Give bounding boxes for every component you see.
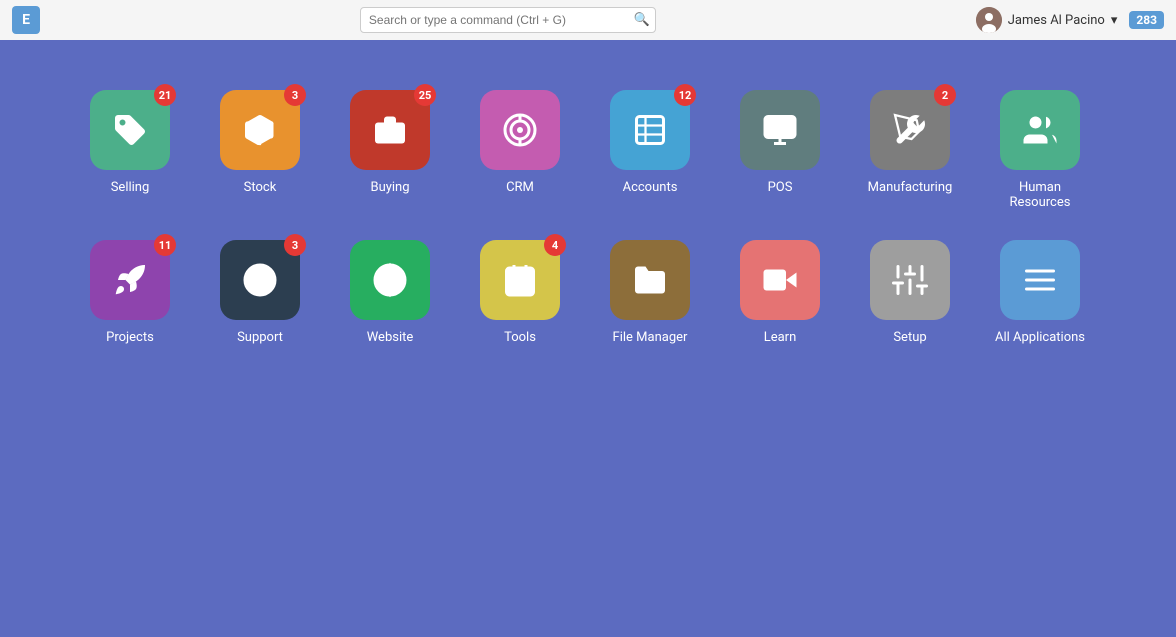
- app-label-learn: Learn: [764, 330, 797, 345]
- app-label-setup: Setup: [893, 330, 926, 345]
- app-item-pos[interactable]: POS: [730, 90, 830, 210]
- app-item-allapps[interactable]: All Applications: [990, 240, 1090, 345]
- app-label-tools: Tools: [504, 330, 536, 345]
- app-icon-wrapper-learn: [740, 240, 820, 320]
- header: E 🔍 James Al Pacino ▾ 283: [0, 0, 1176, 40]
- search-input[interactable]: [360, 7, 656, 33]
- user-menu[interactable]: James Al Pacino ▾: [976, 7, 1118, 33]
- app-icon-wrapper-stock: 3: [220, 90, 300, 170]
- app-icon-wrapper-pos: [740, 90, 820, 170]
- app-item-filemanager[interactable]: File Manager: [600, 240, 700, 345]
- app-icon-wrapper-manufacturing: 2: [870, 90, 950, 170]
- app-label-buying: Buying: [370, 180, 409, 195]
- avatar: [976, 7, 1002, 33]
- app-icon-wrapper-support: 3: [220, 240, 300, 320]
- app-icon-wrapper-website: [350, 240, 430, 320]
- app-icon-wrapper-crm: [480, 90, 560, 170]
- app-icon-wrapper-hr: [1000, 90, 1080, 170]
- logo-text: E: [22, 12, 30, 28]
- app-item-buying[interactable]: 25 Buying: [340, 90, 440, 210]
- app-badge-stock: 3: [284, 84, 306, 106]
- app-label-allapps: All Applications: [995, 330, 1085, 345]
- app-item-setup[interactable]: Setup: [860, 240, 960, 345]
- app-item-crm[interactable]: CRM: [470, 90, 570, 210]
- app-icon-crm: [480, 90, 560, 170]
- app-item-website[interactable]: Website: [340, 240, 440, 345]
- app-item-stock[interactable]: 3 Stock: [210, 90, 310, 210]
- app-item-accounts[interactable]: 12 Accounts: [600, 90, 700, 210]
- app-label-selling: Selling: [111, 180, 150, 195]
- app-item-projects[interactable]: 11 Projects: [80, 240, 180, 345]
- app-icon-setup: [870, 240, 950, 320]
- app-badge-tools: 4: [544, 234, 566, 256]
- app-label-accounts: Accounts: [623, 180, 678, 195]
- app-label-support: Support: [237, 330, 283, 345]
- app-icon-wrapper-setup: [870, 240, 950, 320]
- user-name: James Al Pacino: [1008, 13, 1105, 28]
- app-item-tools[interactable]: 4 Tools: [470, 240, 570, 345]
- app-grid-row1: 21 Selling 3 Stock 25 Buying CRM 12 Accounts POS 2…: [80, 90, 1096, 345]
- app-label-website: Website: [367, 330, 414, 345]
- app-logo[interactable]: E: [12, 6, 40, 34]
- app-icon-pos: [740, 90, 820, 170]
- app-icon-wrapper-buying: 25: [350, 90, 430, 170]
- app-badge-projects: 11: [154, 234, 176, 256]
- app-icon-filemanager: [610, 240, 690, 320]
- app-label-crm: CRM: [506, 180, 534, 195]
- app-item-learn[interactable]: Learn: [730, 240, 830, 345]
- app-icon-wrapper-filemanager: [610, 240, 690, 320]
- search-icon: 🔍: [634, 13, 650, 28]
- app-badge-selling: 21: [154, 84, 176, 106]
- app-label-pos: POS: [768, 180, 793, 195]
- app-icon-wrapper-accounts: 12: [610, 90, 690, 170]
- app-label-stock: Stock: [244, 180, 277, 195]
- app-icon-allapps: [1000, 240, 1080, 320]
- app-badge-buying: 25: [414, 84, 436, 106]
- app-label-filemanager: File Manager: [613, 330, 688, 345]
- app-item-support[interactable]: 3 Support: [210, 240, 310, 345]
- search-container: 🔍: [360, 7, 656, 33]
- app-badge-support: 3: [284, 234, 306, 256]
- notification-badge[interactable]: 283: [1129, 11, 1164, 29]
- app-icon-hr: [1000, 90, 1080, 170]
- user-dropdown-icon: ▾: [1111, 13, 1118, 28]
- app-icon-learn: [740, 240, 820, 320]
- app-label-projects: Projects: [106, 330, 154, 345]
- app-icon-wrapper-selling: 21: [90, 90, 170, 170]
- app-icon-wrapper-projects: 11: [90, 240, 170, 320]
- app-label-hr: Human Resources: [990, 180, 1090, 210]
- app-badge-accounts: 12: [674, 84, 696, 106]
- main-content: 21 Selling 3 Stock 25 Buying CRM 12 Accounts POS 2…: [0, 40, 1176, 375]
- app-icon-website: [350, 240, 430, 320]
- app-badge-manufacturing: 2: [934, 84, 956, 106]
- app-item-selling[interactable]: 21 Selling: [80, 90, 180, 210]
- app-label-manufacturing: Manufacturing: [868, 180, 953, 195]
- app-icon-wrapper-allapps: [1000, 240, 1080, 320]
- app-item-manufacturing[interactable]: 2 Manufacturing: [860, 90, 960, 210]
- app-icon-wrapper-tools: 4: [480, 240, 560, 320]
- app-item-hr[interactable]: Human Resources: [990, 90, 1090, 210]
